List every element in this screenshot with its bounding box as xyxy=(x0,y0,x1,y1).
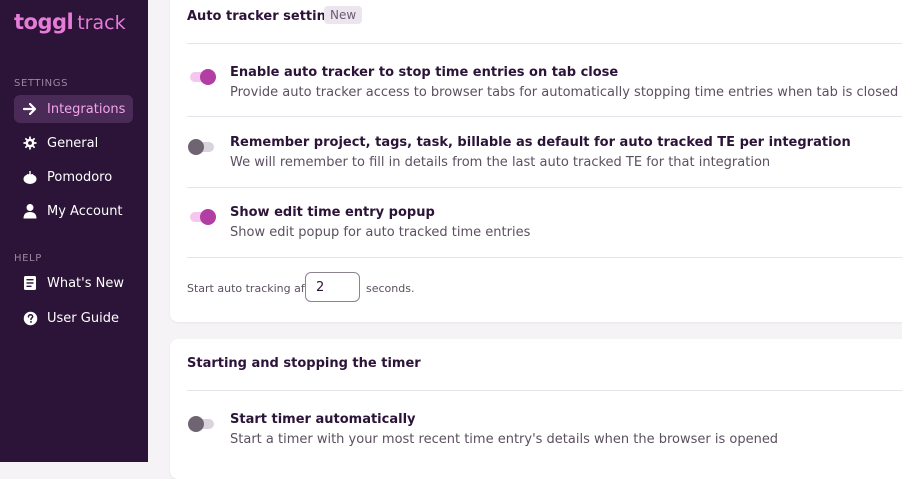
sidebar-item-general[interactable]: General xyxy=(14,129,133,157)
arrow-right-icon xyxy=(21,100,39,118)
setting-description: Show edit popup for auto tracked time en… xyxy=(230,225,531,240)
start-timer-automatically-toggle[interactable] xyxy=(188,416,214,432)
sidebar-item-pomodoro[interactable]: Pomodoro xyxy=(14,163,133,191)
toggle-knob xyxy=(200,209,216,225)
sidebar-item-label: Pomodoro xyxy=(47,169,113,185)
auto-tracker-title: Auto tracker settings xyxy=(187,9,343,24)
delay-prefix-label: Start auto tracking after xyxy=(187,282,321,295)
sidebar: toggl track SETTINGS Integrations Genera… xyxy=(0,0,148,462)
setting-enable-auto-tracker: Enable auto tracker to stop time entries… xyxy=(187,65,902,115)
setting-description: Start a timer with your most recent time… xyxy=(230,432,779,447)
divider xyxy=(187,187,902,188)
setting-title: Enable auto tracker to stop time entries… xyxy=(230,65,619,80)
sidebar-item-label: General xyxy=(47,135,99,151)
timer-card: Starting and stopping the timer Start ti… xyxy=(170,339,902,479)
settings-section-heading: SETTINGS xyxy=(14,78,69,89)
setting-title: Remember project, tags, task, billable a… xyxy=(230,135,851,150)
sidebar-item-label: What's New xyxy=(47,275,124,291)
document-icon xyxy=(21,274,39,292)
auto-tracker-card: Auto tracker settings New Enable auto tr… xyxy=(170,0,902,322)
sidebar-item-whats-new[interactable]: What's New xyxy=(14,269,133,297)
help-circle-icon xyxy=(21,309,39,327)
delay-suffix-label: seconds. xyxy=(366,282,415,295)
toggle-knob xyxy=(188,416,204,432)
setting-title: Start timer automatically xyxy=(230,412,416,427)
setting-start-timer-automatically: Start timer automatically Start a timer … xyxy=(187,412,902,462)
toggle-knob xyxy=(200,69,216,85)
sidebar-item-label: My Account xyxy=(47,203,123,219)
sidebar-item-my-account[interactable]: My Account xyxy=(14,197,133,225)
remember-defaults-toggle[interactable] xyxy=(188,139,214,155)
logo-main-text: toggl xyxy=(14,10,74,34)
setting-title: Show edit time entry popup xyxy=(230,205,435,220)
enable-auto-tracker-toggle[interactable] xyxy=(190,69,216,85)
sidebar-item-label: Integrations xyxy=(47,101,126,117)
setting-remember-defaults: Remember project, tags, task, billable a… xyxy=(187,135,902,185)
show-edit-popup-toggle[interactable] xyxy=(190,209,216,225)
timer-section-title: Starting and stopping the timer xyxy=(187,356,421,371)
divider xyxy=(187,390,902,391)
divider xyxy=(187,43,902,44)
help-section-heading: HELP xyxy=(14,253,42,264)
divider xyxy=(187,116,902,117)
sidebar-item-integrations[interactable]: Integrations xyxy=(14,95,133,123)
delay-seconds-input[interactable] xyxy=(305,272,360,302)
user-icon xyxy=(21,202,39,220)
sidebar-item-user-guide[interactable]: User Guide xyxy=(14,304,133,332)
setting-show-edit-popup: Show edit time entry popup Show edit pop… xyxy=(187,205,902,255)
new-badge: New xyxy=(324,6,363,24)
sidebar-item-label: User Guide xyxy=(47,310,119,326)
gear-icon xyxy=(21,134,39,152)
toggl-track-logo[interactable]: toggl track xyxy=(14,10,126,38)
setting-description: We will remember to fill in details from… xyxy=(230,155,771,170)
divider xyxy=(187,257,902,258)
tomato-icon xyxy=(21,168,39,186)
setting-description: Provide auto tracker access to browser t… xyxy=(230,85,899,100)
logo-sub-text: track xyxy=(77,12,126,34)
toggle-knob xyxy=(188,139,204,155)
